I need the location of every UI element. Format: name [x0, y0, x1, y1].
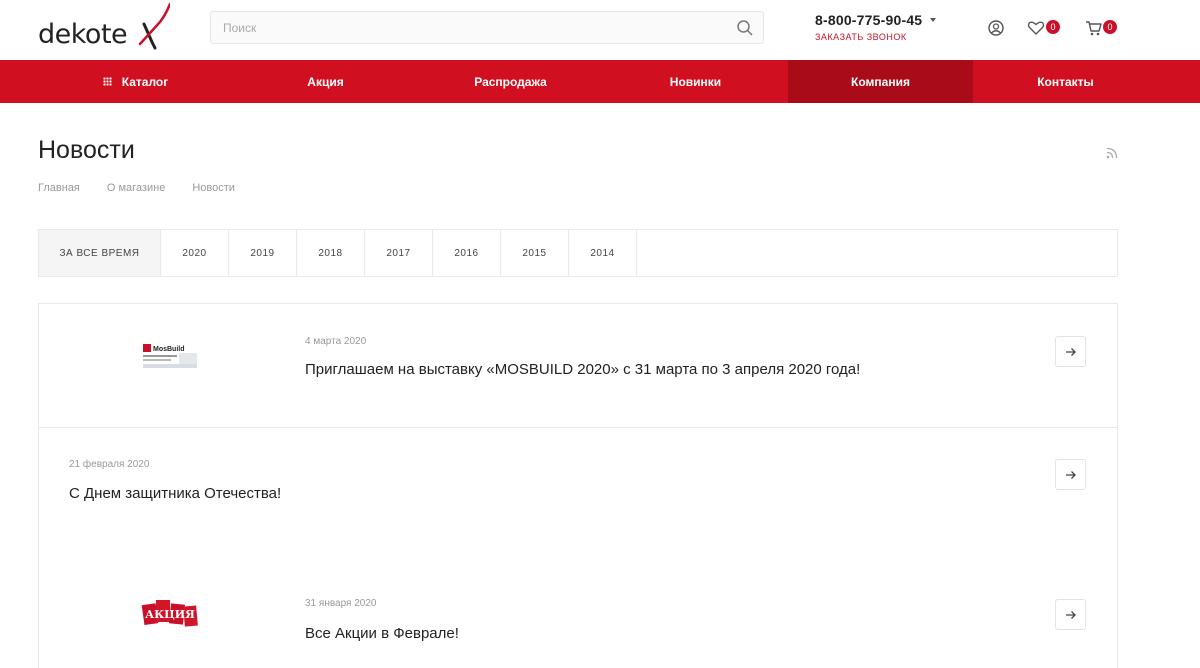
tab-2018[interactable]: 2018: [297, 230, 365, 276]
tab-2014[interactable]: 2014: [569, 230, 637, 276]
cart-count-badge: 0: [1103, 20, 1117, 34]
news-date: 31 января 2020: [305, 598, 377, 609]
nav-item-new[interactable]: Новинки: [603, 60, 788, 103]
search-icon[interactable]: [736, 19, 754, 37]
news-image-mosbuild[interactable]: MosBuild: [141, 341, 199, 369]
list-item: 21 февраля 2020 С Днем защитника Отечест…: [39, 428, 1117, 568]
list-item: MosBuild 4 марта 2020 Приглашаем на выст…: [39, 304, 1117, 427]
nav-item-label: Каталог: [121, 74, 169, 89]
breadcrumb-current: Новости: [192, 182, 235, 194]
arrow-right-icon: [1065, 470, 1076, 479]
main-nav: Каталог Акция Распродажа Новинки Компани…: [0, 60, 1200, 103]
logo-x-mark-icon: [138, 2, 170, 50]
phone-number[interactable]: 8-800-775-90-45: [815, 12, 922, 28]
tab-all-time[interactable]: За все время: [39, 230, 161, 276]
chevron-down-icon[interactable]: [930, 18, 936, 22]
tab-2015[interactable]: 2015: [501, 230, 569, 276]
breadcrumb-about[interactable]: О магазине: [107, 182, 165, 194]
nav-item-catalog[interactable]: Каталог: [38, 60, 233, 103]
news-open-button[interactable]: [1055, 599, 1086, 630]
list-item: АКЦИЯ 31 января 2020 Все Акции в Феврале…: [39, 568, 1117, 668]
news-open-button[interactable]: [1055, 459, 1086, 490]
news-list: MosBuild 4 марта 2020 Приглашаем на выст…: [38, 303, 1118, 668]
nav-item-label: Новинки: [669, 74, 722, 89]
year-tabs: За все время 2020 2019 2018 2017 2016 20…: [38, 229, 1118, 277]
nav-item-sale[interactable]: Распродажа: [418, 60, 603, 103]
news-title[interactable]: Все Акции в Феврале!: [305, 625, 459, 642]
svg-text:MosBuild: MosBuild: [153, 346, 185, 353]
news-image-akciya[interactable]: АКЦИЯ: [141, 596, 199, 630]
search-box: [210, 11, 764, 44]
nav-item-promo[interactable]: Акция: [233, 60, 418, 103]
news-title[interactable]: Приглашаем на выставку «MOSBUILD 2020» с…: [305, 361, 860, 378]
nav-item-label: Акция: [307, 74, 344, 89]
cart-icon[interactable]: [1084, 18, 1104, 38]
callback-link[interactable]: Заказать звонок: [815, 32, 907, 42]
rss-icon[interactable]: [1105, 146, 1119, 160]
news-title[interactable]: С Днем защитника Отечества!: [69, 485, 281, 502]
breadcrumb: Главная О магазине Новости: [38, 182, 262, 194]
tab-2016[interactable]: 2016: [433, 230, 501, 276]
tab-2019[interactable]: 2019: [229, 230, 297, 276]
tab-2020[interactable]: 2020: [161, 230, 229, 276]
nav-item-company[interactable]: Компания: [788, 60, 973, 103]
header: dekote 8-800-775-90-45 Заказать звонок 0…: [0, 0, 1200, 60]
breadcrumb-home[interactable]: Главная: [38, 182, 80, 194]
search-input[interactable]: [211, 12, 721, 43]
page-title: Новости: [38, 136, 135, 164]
arrow-right-icon: [1065, 347, 1076, 356]
svg-text:АКЦИЯ: АКЦИЯ: [145, 608, 195, 621]
favorites-count-badge: 0: [1046, 20, 1060, 34]
user-icon[interactable]: [986, 18, 1006, 38]
nav-item-label: Распродажа: [474, 74, 547, 89]
arrow-right-icon: [1065, 610, 1076, 619]
news-date: 21 февраля 2020: [69, 459, 150, 470]
grid-icon: [102, 77, 112, 86]
news-date: 4 марта 2020: [305, 336, 367, 347]
news-open-button[interactable]: [1055, 336, 1086, 367]
nav-item-label: Контакты: [1037, 74, 1094, 89]
tab-2017[interactable]: 2017: [365, 230, 433, 276]
heart-icon[interactable]: [1026, 18, 1046, 38]
logo[interactable]: dekote: [38, 2, 170, 58]
logo-text: dekote: [38, 19, 128, 50]
nav-item-label: Компания: [851, 74, 910, 89]
nav-item-contacts[interactable]: Контакты: [973, 60, 1158, 103]
